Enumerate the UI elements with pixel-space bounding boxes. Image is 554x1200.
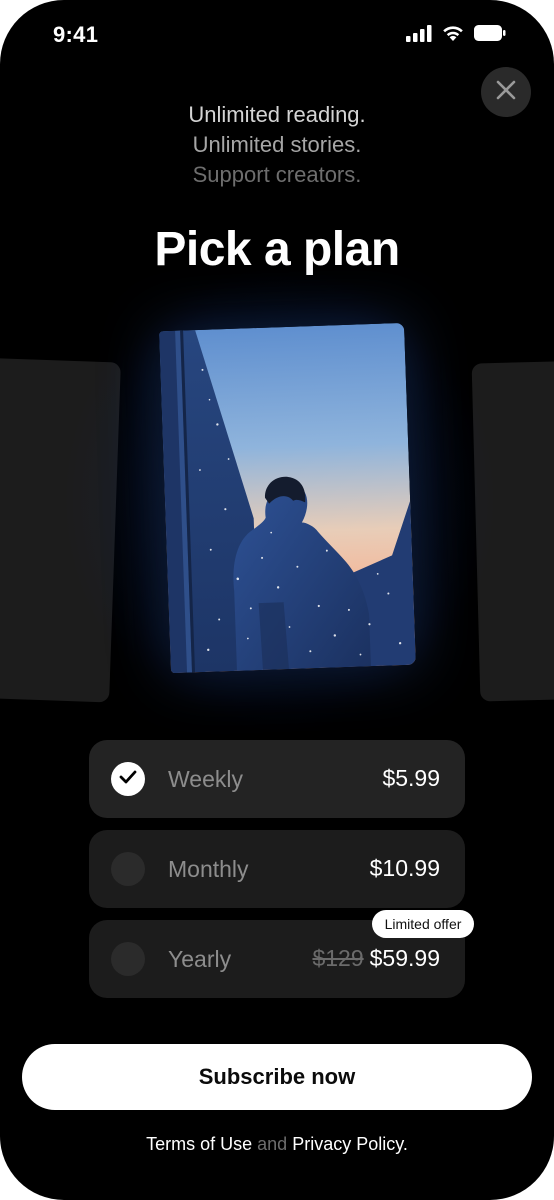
plan-price: $10.99 [369,855,440,881]
plan-name: Weekly [168,766,243,792]
plan-price-group: $129 $59.99 [312,945,440,972]
status-icons [406,24,506,47]
terms-link[interactable]: Terms of Use [146,1134,252,1154]
signal-icon [406,24,432,47]
footer-and: and [257,1134,288,1154]
tagline-3: Support creators. [192,162,362,187]
tagline-2: Unlimited stories. [192,132,362,157]
plan-radio-monthly[interactable] [111,852,145,886]
battery-icon [474,25,506,46]
plan-radio-weekly[interactable] [111,762,145,796]
plan-name: Yearly [168,946,232,972]
plan-option-monthly[interactable]: Monthly $10.99 [89,830,465,908]
privacy-link[interactable]: Privacy Policy. [292,1134,408,1154]
featured-book-cover[interactable] [159,322,416,674]
check-icon [119,770,137,789]
plan-price: $5.99 [382,765,440,791]
phone-screen: 9:41 Unlimited reading. Unlimited storie… [0,0,554,1200]
plan-name: Monthly [168,856,249,882]
legal-footer: Terms of Use and Privacy Policy. [0,1134,554,1155]
status-time: 9:41 [53,22,99,47]
close-icon [496,80,516,105]
wifi-icon [441,24,465,47]
tagline-1: Unlimited reading. [188,102,366,127]
plan-radio-yearly[interactable] [111,942,145,976]
subscribe-button[interactable]: Subscribe now [22,1044,532,1110]
status-bar: 9:41 [0,0,554,72]
plan-price: $59.99 [369,945,440,971]
plan-option-weekly[interactable]: Weekly $5.99 [89,740,465,818]
limited-offer-badge: Limited offer [372,910,474,938]
original-price: $129 [312,945,364,971]
